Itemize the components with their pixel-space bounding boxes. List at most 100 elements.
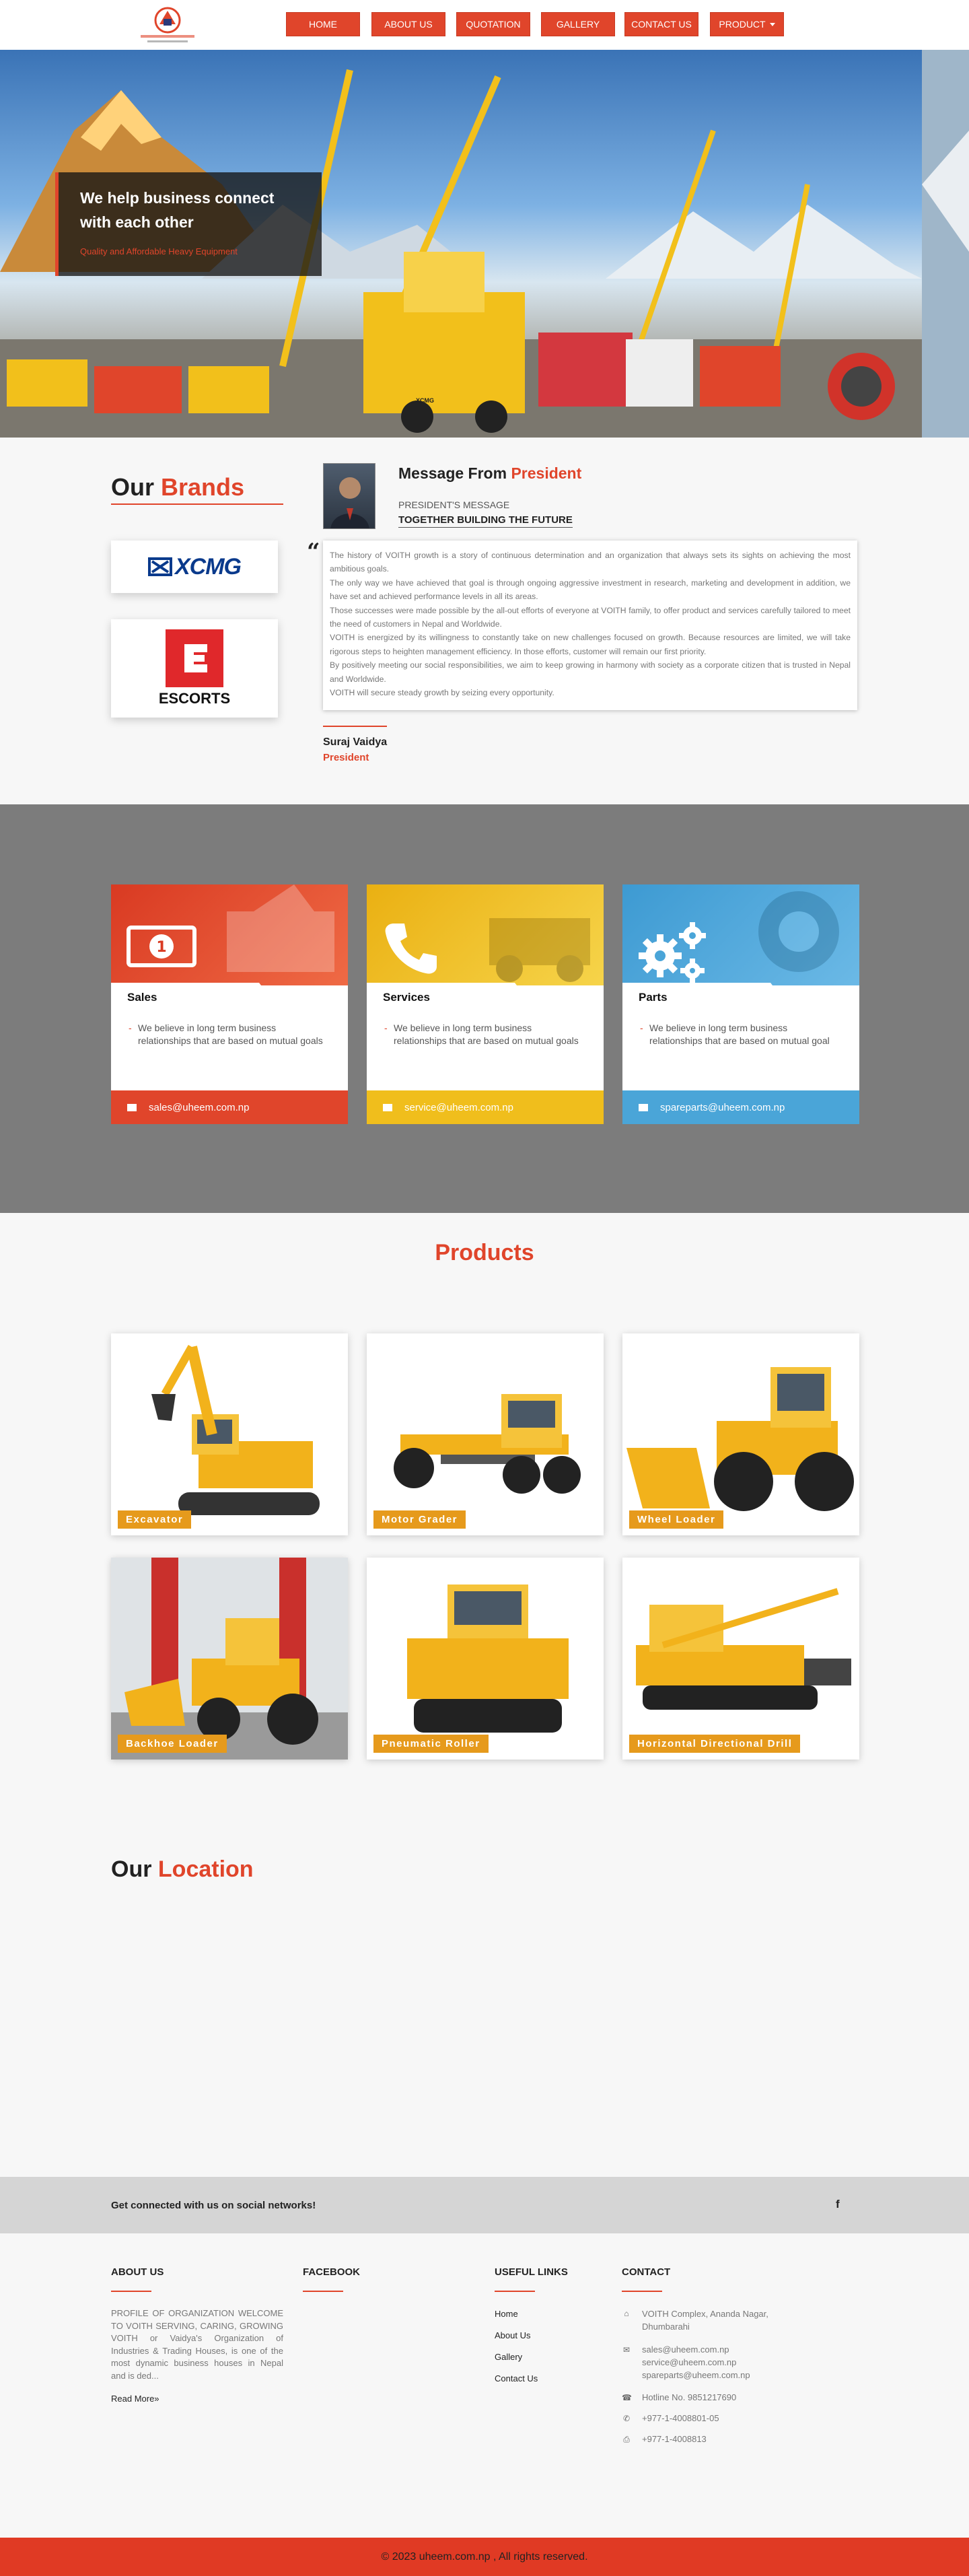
nav-about-us[interactable]: ABOUT US	[371, 12, 445, 36]
location-heading: Our Location	[111, 1856, 254, 1882]
footer-link-home[interactable]: Home	[495, 2309, 518, 2319]
signature-role: President	[323, 752, 369, 763]
products-heading: Products	[435, 1240, 534, 1265]
wheel-loader-image	[626, 1367, 854, 1511]
footer-facebook-heading: FACEBOOK	[303, 2266, 361, 2278]
backhoe-loader-image	[111, 1558, 348, 1760]
footer-link-gallery[interactable]: Gallery	[495, 2352, 522, 2362]
message-paragraph: VOITH is energized by its willingness to…	[330, 633, 851, 656]
message-body: The history of VOITH growth is a story o…	[323, 541, 857, 710]
service-email-link[interactable]: service@uheem.com.np	[367, 1090, 604, 1124]
service-card-banner: 1	[111, 884, 348, 985]
service-description: We believe in long term business relatio…	[127, 1022, 329, 1047]
message-label: PRESIDENT'S MESSAGE	[398, 499, 510, 510]
brand-logo-xcmg[interactable]: XCMG	[111, 541, 278, 593]
phone-icon: ☎	[622, 2393, 632, 2402]
nav-gallery[interactable]: GALLERY	[541, 12, 615, 36]
footer-about-text: PROFILE OF ORGANIZATION WELCOME TO VOITH…	[111, 2308, 283, 2381]
footer-links-heading: USEFUL LINKS	[495, 2266, 568, 2278]
envelope-icon: ✉	[622, 2345, 631, 2355]
service-card-services[interactable]: Services We believe in long term busines…	[367, 884, 604, 1124]
service-card-parts[interactable]: Parts We believe in long term business r…	[622, 884, 859, 1124]
service-card-banner	[622, 884, 859, 985]
service-email-link[interactable]: sales@uheem.com.np	[111, 1090, 348, 1124]
read-more-link[interactable]: Read More»	[111, 2394, 159, 2404]
facebook-icon[interactable]: f	[836, 2198, 840, 2211]
contact-email-parts[interactable]: spareparts@uheem.com.np	[642, 2369, 750, 2381]
product-label: Excavator	[118, 1510, 192, 1529]
message-paragraph: The history of VOITH growth is a story o…	[330, 551, 851, 574]
signature-divider	[323, 726, 387, 727]
excavator-image	[151, 1345, 320, 1515]
product-label: Pneumatic Roller	[373, 1735, 489, 1753]
xcmg-logo-icon	[148, 557, 172, 576]
quote-icon: “	[307, 538, 320, 565]
company-logo[interactable]	[138, 4, 197, 46]
copyright-bar: © 2023 uheem.com.np , All rights reserve…	[0, 2538, 969, 2576]
service-email-link[interactable]: spareparts@uheem.com.np	[622, 1090, 859, 1124]
message-paragraph: The only way we have achieved that goal …	[330, 578, 851, 602]
envelope-icon	[383, 1103, 392, 1111]
product-card-horizontal-directional-drill[interactable]: Horizontal Directional Drill	[622, 1558, 859, 1760]
money-icon: 1	[127, 926, 196, 967]
product-label: Motor Grader	[373, 1510, 466, 1529]
hero-caption: We help business connect with each other…	[55, 172, 322, 276]
product-label: Backhoe Loader	[118, 1735, 227, 1753]
hero-title: We help business connect with each other	[80, 189, 275, 231]
service-card-sales[interactable]: 1 Sales We believe in long term business…	[111, 884, 348, 1124]
message-subheading: TOGETHER BUILDING THE FUTURE	[398, 514, 573, 528]
footer-link-about-us[interactable]: About Us	[495, 2330, 530, 2340]
svg-text:1: 1	[156, 939, 166, 956]
pneumatic-roller-image	[407, 1585, 569, 1733]
service-description: We believe in long term business relatio…	[383, 1022, 585, 1047]
fax-icon: ⎙	[623, 2435, 630, 2444]
phone-call-icon: ✆	[622, 2414, 631, 2423]
message-paragraph: Those successes were made possible by th…	[330, 605, 851, 629]
chevron-down-icon	[769, 22, 775, 26]
message-paragraph: By positively meeting our social respons…	[330, 660, 851, 684]
social-text: Get connected with us on social networks…	[111, 2200, 316, 2211]
service-title: Services	[383, 991, 430, 1004]
nav-contact-us[interactable]: CONTACT US	[624, 12, 698, 36]
signature-name: Suraj Vaidya	[323, 736, 388, 748]
footer-link-contact-us[interactable]: Contact Us	[495, 2373, 538, 2383]
contact-address: VOITH Complex, Ananda Nagar, Dhumbarahi	[642, 2309, 768, 2332]
brands-underline	[111, 503, 283, 505]
brands-heading: Our Brands	[111, 473, 245, 501]
product-card-excavator[interactable]: Excavator	[111, 1333, 348, 1535]
nav-product-dropdown[interactable]: PRODUCT	[710, 12, 784, 36]
product-label: Horizontal Directional Drill	[629, 1735, 801, 1753]
service-title: Sales	[127, 991, 157, 1004]
envelope-icon	[639, 1103, 648, 1111]
president-photo	[323, 463, 375, 529]
footer-about-heading: ABOUT US	[111, 2266, 164, 2278]
footer-contact-heading: CONTACT	[622, 2266, 671, 2278]
product-card-backhoe-loader[interactable]: Backhoe Loader	[111, 1558, 348, 1760]
contact-fax: +977-1-4008813	[642, 2434, 707, 2444]
horizontal-drill-image	[636, 1588, 851, 1710]
contact-email-sales[interactable]: sales@uheem.com.np	[642, 2343, 729, 2356]
home-icon: ⌂	[624, 2309, 629, 2318]
service-card-banner	[367, 884, 604, 985]
product-card-wheel-loader[interactable]: Wheel Loader	[622, 1333, 859, 1535]
phone-icon	[385, 924, 437, 974]
product-card-pneumatic-roller[interactable]: Pneumatic Roller	[367, 1558, 604, 1760]
nav-home[interactable]: HOME	[286, 12, 360, 36]
brand-logo-escorts[interactable]: ESCORTS	[111, 619, 278, 718]
gears-icon	[639, 922, 706, 983]
message-heading: Message From President	[398, 464, 582, 482]
contact-hotline: Hotline No. 9851217690	[642, 2392, 737, 2402]
nav-quotation[interactable]: QUOTATION	[456, 12, 530, 36]
escorts-logo-icon	[166, 629, 223, 687]
product-label: Wheel Loader	[629, 1510, 724, 1529]
service-title: Parts	[639, 991, 668, 1004]
message-paragraph: VOITH will secure steady growth by seizi…	[330, 688, 554, 698]
service-description: We believe in long term business relatio…	[639, 1022, 840, 1047]
product-card-motor-grader[interactable]: Motor Grader	[367, 1333, 604, 1535]
hero-subtitle: Quality and Affordable Heavy Equipment	[80, 246, 238, 256]
contact-email-service[interactable]: service@uheem.com.np	[642, 2356, 736, 2369]
hero-banner-text: XCMG	[416, 397, 434, 404]
envelope-icon	[127, 1103, 137, 1111]
motor-grader-image	[394, 1394, 581, 1494]
contact-phone: +977-1-4008801-05	[642, 2413, 719, 2423]
